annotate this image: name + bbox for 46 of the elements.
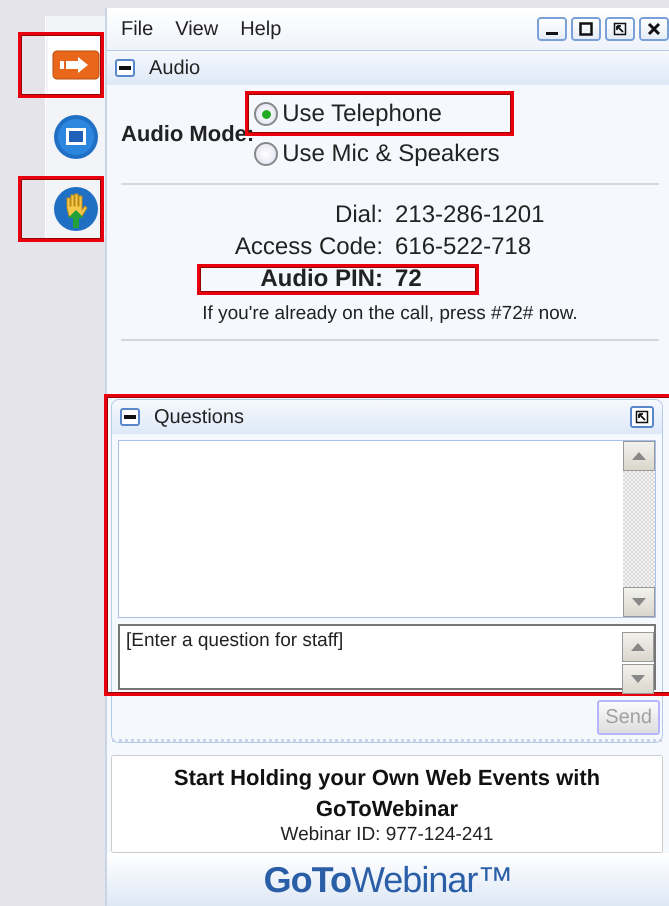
section-title: Questions	[154, 406, 244, 428]
minimize-icon	[546, 32, 558, 35]
scroll-up-icon	[632, 452, 646, 460]
call-note: If you're already on the call, press #72# now.	[121, 295, 659, 341]
scroll-down-icon	[631, 675, 645, 683]
restore-icon	[613, 22, 627, 36]
detail-label: Access Code:	[234, 233, 383, 260]
scroll-up-button[interactable]	[622, 632, 654, 662]
promo-headline: Start Holding your Own Web Events with GoToWebinar	[172, 764, 602, 823]
scroll-up-button[interactable]	[623, 441, 655, 471]
scroll-up-icon	[631, 643, 645, 651]
collapse-icon	[124, 415, 136, 419]
radio-button[interactable]	[254, 102, 278, 126]
detail-value: 616-522-718	[395, 232, 532, 262]
audio-mode-label: Audio Mode:	[121, 121, 254, 147]
screen-icon	[52, 114, 98, 160]
scroll-down-button[interactable]	[622, 664, 654, 694]
restore-icon	[635, 410, 649, 424]
raise-hand-icon	[52, 186, 98, 232]
maximize-icon	[579, 22, 593, 36]
collapse-icon	[119, 66, 131, 70]
collapse-button[interactable]	[120, 408, 140, 426]
minimize-button[interactable]	[537, 17, 567, 41]
menu-item[interactable]: File	[121, 18, 154, 40]
scroll-down-button[interactable]	[623, 587, 655, 617]
section-title: Audio	[149, 56, 200, 80]
detail-value: 72	[395, 264, 422, 294]
radio-button[interactable]	[254, 142, 278, 166]
webinar-id: Webinar ID: 977-124-241	[280, 824, 494, 846]
detail-label: Dial:	[334, 201, 383, 228]
restore-button[interactable]	[605, 17, 635, 41]
collapse-button[interactable]	[115, 59, 135, 77]
popout-button[interactable]	[630, 406, 654, 428]
scroll-down-icon	[632, 598, 646, 606]
detail-label: Audio PIN:	[260, 265, 383, 292]
radio-option[interactable]: Use Telephone	[254, 97, 500, 131]
detail-value: 213-286-1201	[395, 200, 544, 230]
scrollbar[interactable]	[623, 441, 655, 617]
question-input[interactable]: [Enter a question for staff]	[118, 624, 656, 690]
maximize-button[interactable]	[571, 17, 601, 41]
close-button[interactable]	[639, 17, 669, 41]
menu-item[interactable]: Help	[240, 18, 282, 40]
menu-item[interactable]: View	[175, 18, 218, 40]
close-icon	[647, 22, 661, 36]
radio-option[interactable]: Use Mic & Speakers	[254, 137, 500, 171]
logo: GoToWebinar™	[264, 858, 512, 900]
